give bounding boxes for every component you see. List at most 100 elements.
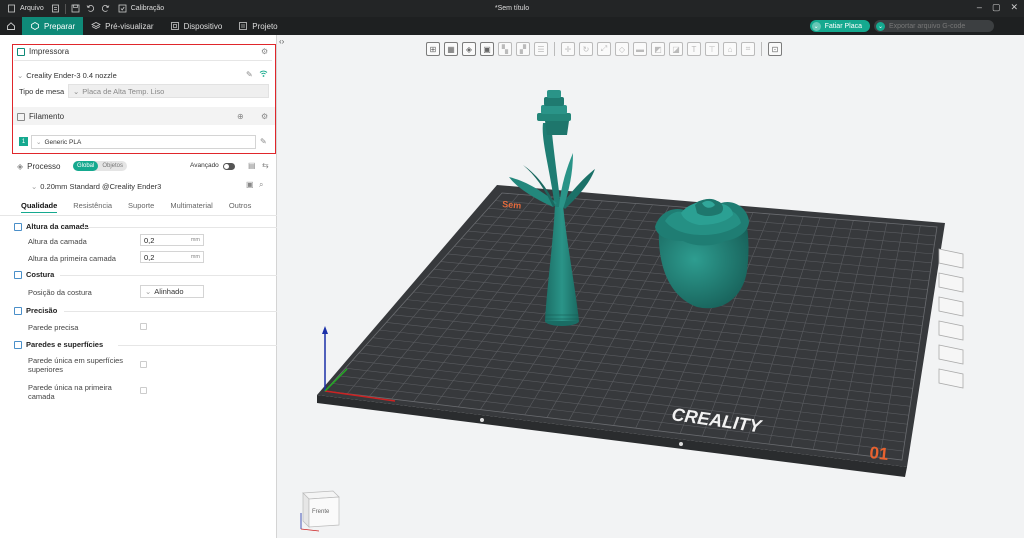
- unit-label: mm: [190, 254, 200, 260]
- layers-icon: [91, 22, 102, 29]
- process-subtabs: Qualidade Resistência Suporte Multimater…: [21, 201, 251, 213]
- first-layer-height-input[interactable]: 0,2 mm: [140, 251, 204, 263]
- subtab-support[interactable]: Suporte: [128, 201, 154, 213]
- group-seam-title: Costura: [26, 270, 55, 279]
- divider: [82, 227, 277, 228]
- divider: [118, 345, 277, 346]
- save-icon[interactable]: [70, 3, 81, 14]
- tab-project[interactable]: Projeto: [230, 17, 285, 35]
- build-plate[interactable]: [317, 185, 945, 477]
- minimize-icon[interactable]: –: [977, 2, 982, 13]
- global-option[interactable]: Global: [73, 161, 99, 171]
- subtab-multimaterial[interactable]: Multimaterial: [170, 201, 213, 213]
- close-icon[interactable]: ✕: [1010, 2, 1018, 13]
- seam-position-label: Posição da costura: [28, 288, 92, 297]
- title-divider: [64, 3, 66, 14]
- layer-height-input[interactable]: 0,2 mm: [140, 234, 204, 246]
- precision-icon: [14, 306, 22, 315]
- maximize-icon[interactable]: ▢: [992, 2, 1001, 13]
- home-icon: [7, 22, 15, 30]
- export-gcode-label: Exportar arquivo G-code: [889, 22, 966, 30]
- device-icon: [170, 22, 179, 30]
- home-tab[interactable]: [0, 17, 22, 35]
- chevron-down-icon: ⌄: [811, 21, 821, 31]
- printer-section-title: Impressora: [29, 47, 70, 56]
- printer-settings-icon[interactable]: ⚙: [261, 47, 268, 56]
- advanced-label: Avançado: [190, 162, 219, 169]
- filament-select-value: Generic PLA: [44, 138, 82, 146]
- filament-section-title: Filamento: [29, 112, 65, 121]
- precise-wall-checkbox[interactable]: [140, 323, 147, 330]
- plate-settings-icon[interactable]: [938, 344, 964, 365]
- title-bar: Arquivo Calibração *Sem título – ▢ ✕: [0, 0, 1024, 17]
- process-section-title: Processo: [27, 162, 61, 171]
- single-wall-first-checkbox[interactable]: [140, 387, 147, 394]
- tab-preview-label: Pré-visualizar: [105, 21, 154, 31]
- lock-plate-icon[interactable]: [938, 320, 964, 341]
- document-icon[interactable]: [50, 3, 61, 14]
- slice-plate-button[interactable]: ⌄ Fatiar Placa: [809, 20, 870, 32]
- subtab-quality[interactable]: Qualidade: [21, 201, 58, 213]
- undo-icon[interactable]: [85, 3, 96, 14]
- subtab-strength[interactable]: Resistência: [73, 201, 112, 213]
- export-gcode-button[interactable]: ⌄ Exportar arquivo G-code: [874, 20, 994, 32]
- walls-icon: [14, 340, 22, 349]
- advanced-switch[interactable]: [223, 163, 235, 170]
- view-cube[interactable]: Frente: [289, 485, 345, 533]
- wifi-icon[interactable]: [259, 69, 268, 80]
- save-preset-icon[interactable]: ▣: [246, 180, 254, 189]
- add-filament-icon[interactable]: ⊕: [237, 112, 244, 121]
- calibration-menu[interactable]: Calibração: [117, 3, 164, 14]
- edit-icon[interactable]: ✎: [246, 70, 253, 79]
- group-walls-title: Paredes e superfícies: [26, 340, 104, 349]
- redo-icon[interactable]: [100, 3, 111, 14]
- bed-type-select[interactable]: ⌄ Placa de Alta Temp. Liso: [68, 84, 269, 98]
- prepare-icon: [31, 22, 39, 30]
- layer-height-label: Altura da camada: [28, 237, 87, 246]
- search-icon[interactable]: ⌕: [259, 180, 263, 190]
- calibration-icon: [117, 3, 128, 14]
- edit-icon[interactable]: ✎: [260, 137, 267, 146]
- tab-preview[interactable]: Pré-visualizar: [83, 17, 161, 35]
- subtab-others[interactable]: Outros: [229, 201, 252, 213]
- tab-device[interactable]: Dispositivo: [162, 17, 231, 35]
- compare-icon[interactable]: ⇆: [262, 161, 269, 170]
- chevron-down-icon: ⌄: [876, 21, 885, 31]
- file-menu[interactable]: Arquivo: [6, 3, 44, 14]
- file-menu-label: Arquivo: [20, 5, 44, 12]
- unit-label: mm: [190, 237, 200, 243]
- tab-device-label: Dispositivo: [183, 21, 223, 31]
- single-wall-top-label: Parede única em superfícies superiores: [28, 356, 124, 374]
- first-layer-height-label: Altura da primeira camada: [28, 254, 116, 263]
- chevron-down-icon: ⌄: [73, 86, 80, 96]
- slice-actions: ⌄ Fatiar Placa ⌄ Exportar arquivo G-code: [809, 20, 994, 32]
- plate-tools: [938, 248, 964, 389]
- objects-option[interactable]: Objetos: [98, 161, 127, 171]
- auto-orient-plate-icon[interactable]: [938, 272, 964, 293]
- arrange-plate-icon[interactable]: [938, 296, 964, 317]
- printer-select[interactable]: ⌄ Creality Ender-3 0.4 nozzle: [17, 68, 243, 82]
- 3d-viewport[interactable]: ‹› ⊞ ▦ ◈ ▣ ▚ ▞ ☰ ✛ ↻ ⤢ ◇ ▬ ◩ ◪ T ⊤ ⌂ ⌗ ⊡: [277, 35, 1024, 538]
- printer-icon: [17, 47, 25, 56]
- file-icon: [6, 3, 17, 14]
- delete-plate-icon[interactable]: [938, 248, 964, 269]
- tab-prepare[interactable]: Preparar: [22, 17, 84, 35]
- calibration-label: Calibração: [130, 5, 165, 12]
- chevron-down-icon: ⌄: [17, 70, 24, 80]
- plate-name-label: Sem: [502, 199, 522, 211]
- move-to-top-icon[interactable]: [938, 368, 964, 389]
- filament-settings-icon[interactable]: ⚙: [261, 112, 268, 121]
- group-walls: Paredes e superfícies: [14, 340, 103, 349]
- process-preset-select[interactable]: ⌄ 0.20mm Standard @Creality Ender3: [31, 179, 239, 193]
- bed-type-value: Placa de Alta Temp. Liso: [82, 86, 165, 96]
- process-section-header: ◈ Processo: [17, 162, 61, 171]
- first-layer-height-value: 0,2: [144, 252, 155, 262]
- filament-select[interactable]: ⌄ Generic PLA: [31, 135, 256, 149]
- main-tab-bar: Preparar Pré-visualizar Dispositivo Proj…: [0, 17, 1024, 35]
- seam-position-select[interactable]: ⌄ Alinhado: [140, 285, 204, 298]
- global-objects-toggle[interactable]: Global Objetos: [73, 161, 128, 171]
- copy-icon[interactable]: ▤: [248, 161, 256, 170]
- single-wall-top-checkbox[interactable]: [140, 361, 147, 368]
- filament-index-badge[interactable]: 1: [19, 137, 28, 146]
- chevron-down-icon: ⌄: [36, 139, 42, 146]
